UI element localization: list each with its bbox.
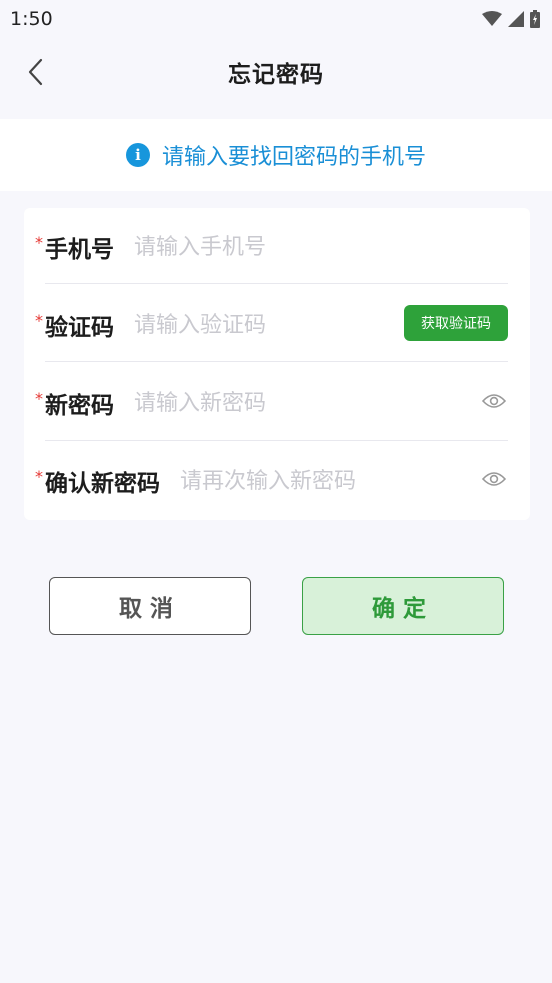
phone-label: 手机号 xyxy=(45,237,114,263)
required-mark: * xyxy=(35,466,43,486)
phone-row: * 手机号 xyxy=(24,208,530,286)
divider xyxy=(45,361,508,362)
action-buttons: 取消 确定 xyxy=(0,577,552,635)
chevron-left-icon xyxy=(28,58,43,86)
confirm-password-input[interactable] xyxy=(180,468,470,494)
nav-bar: 忘记密码 xyxy=(0,38,552,106)
code-row: * 验证码 获取验证码 xyxy=(24,286,530,364)
page-title: 忘记密码 xyxy=(228,62,324,88)
required-mark: * xyxy=(35,310,43,330)
phone-input[interactable] xyxy=(134,234,530,260)
required-mark: * xyxy=(35,388,43,408)
new-password-label: 新密码 xyxy=(45,393,114,419)
eye-icon[interactable] xyxy=(482,470,506,488)
code-label: 验证码 xyxy=(45,315,114,341)
notice-banner: i 请输入要找回密码的手机号 xyxy=(0,119,552,191)
wifi-icon xyxy=(482,11,502,26)
new-password-input[interactable] xyxy=(134,390,470,416)
divider xyxy=(45,440,508,441)
reset-password-form: * 手机号 * 验证码 获取验证码 * 新密码 * 确认新密码 xyxy=(24,208,530,520)
status-bar: 1:50 xyxy=(0,0,552,38)
get-code-button[interactable]: 获取验证码 xyxy=(404,305,508,341)
status-time: 1:50 xyxy=(10,8,53,30)
confirm-password-label: 确认新密码 xyxy=(45,471,160,497)
signal-icon xyxy=(508,11,524,27)
back-button[interactable] xyxy=(18,52,52,92)
battery-icon xyxy=(530,10,540,28)
confirm-password-row: * 确认新密码 xyxy=(24,442,530,520)
info-icon: i xyxy=(125,143,150,167)
required-mark: * xyxy=(35,232,43,252)
new-password-row: * 新密码 xyxy=(24,364,530,442)
eye-icon[interactable] xyxy=(482,392,506,410)
cancel-button[interactable]: 取消 xyxy=(49,577,251,635)
confirm-button[interactable]: 确定 xyxy=(302,577,504,635)
status-icons xyxy=(482,10,540,28)
notice-text: 请输入要找回密码的手机号 xyxy=(161,145,426,170)
code-input[interactable] xyxy=(134,312,400,338)
divider xyxy=(45,283,508,284)
